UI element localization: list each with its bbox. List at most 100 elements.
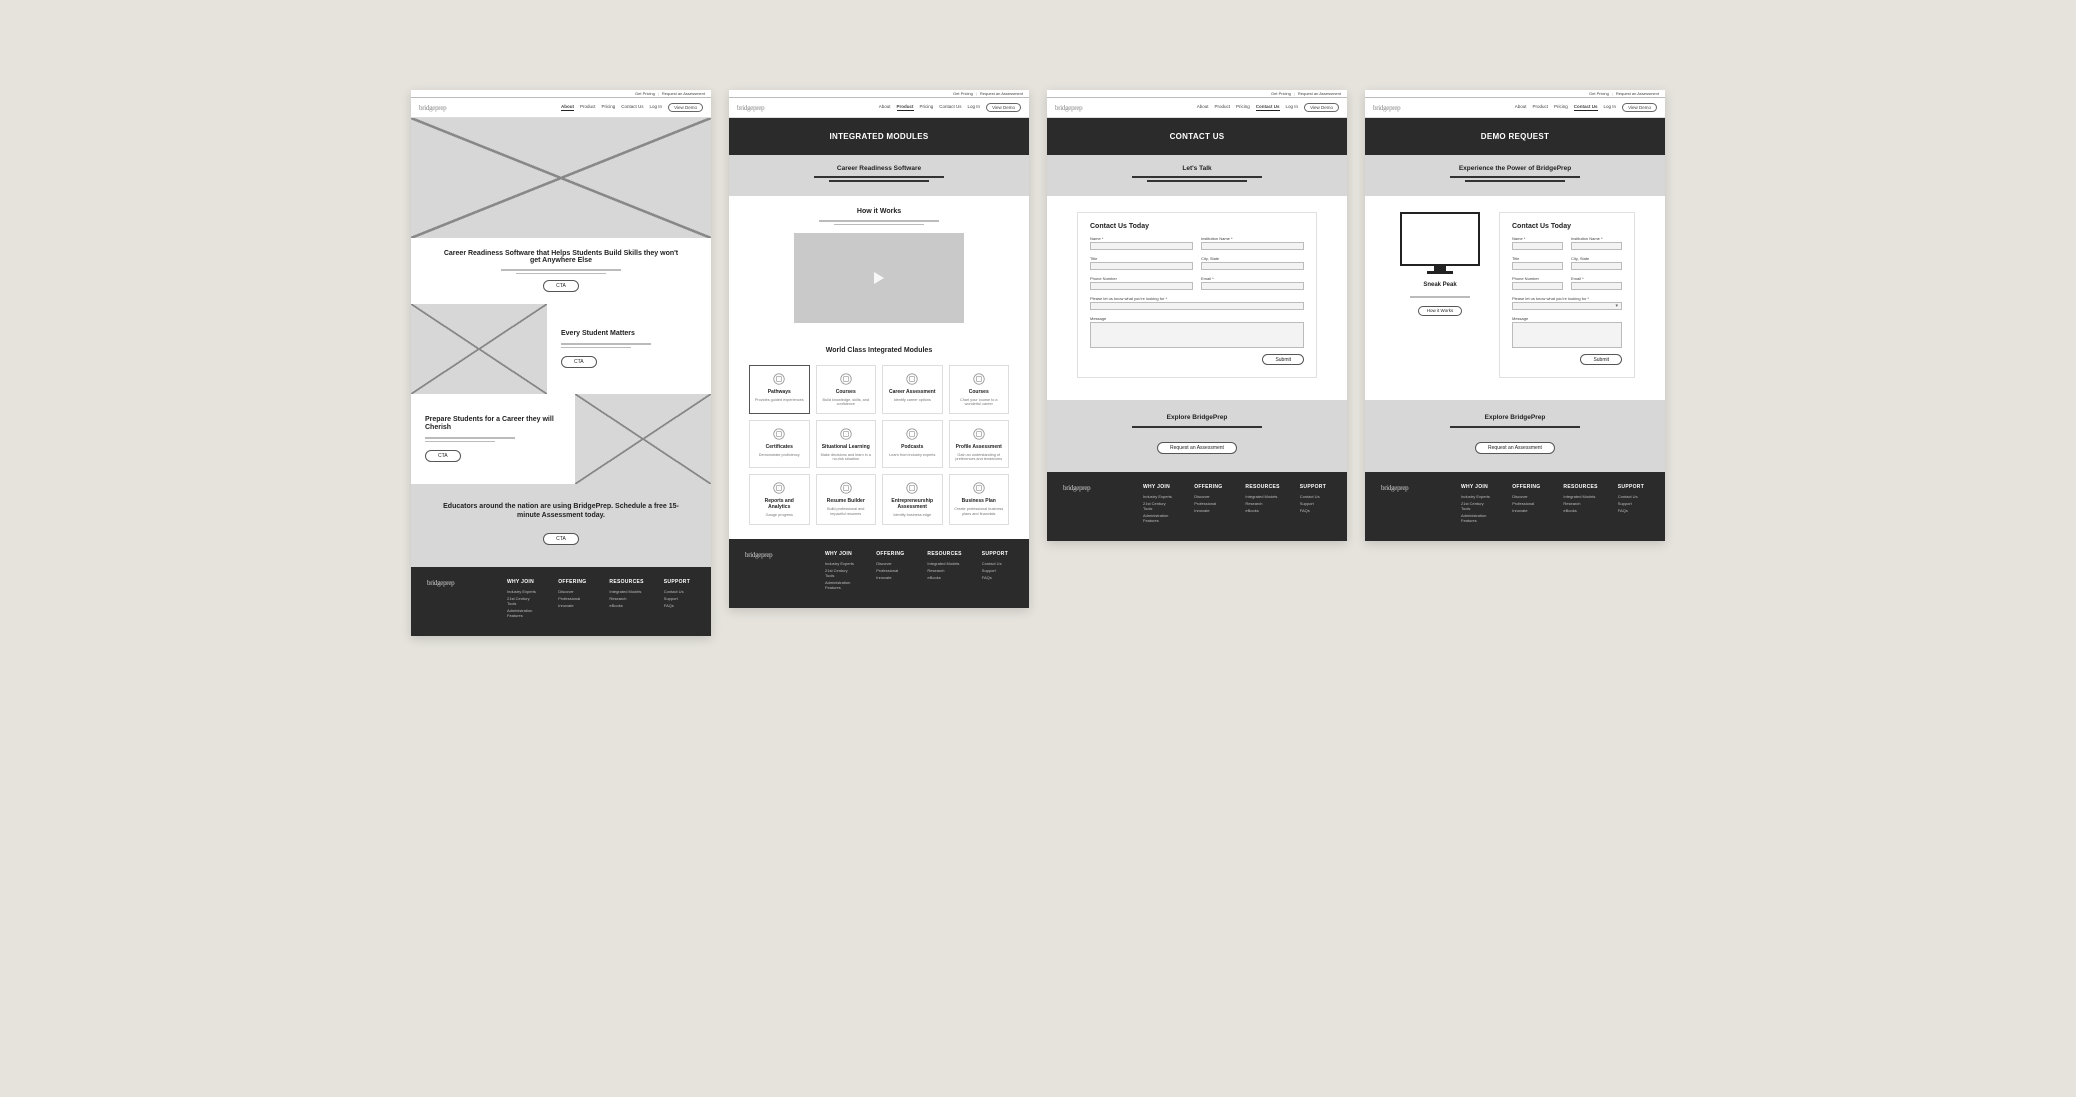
submit-button[interactable]: Submit xyxy=(1580,354,1622,365)
module-card[interactable]: CoursesBuild knowledge, skills, and conf… xyxy=(816,365,877,414)
intro-band: Experience the Power of BridgePrep xyxy=(1365,155,1665,196)
nav-pricing[interactable]: Pricing xyxy=(1236,104,1250,111)
explore-cta-button[interactable]: Request an Assessment xyxy=(1475,442,1555,454)
input-email[interactable] xyxy=(1571,282,1622,290)
nav-about[interactable]: About xyxy=(879,104,891,111)
contact-form-card: Contact Us Today Name * Institution Name… xyxy=(1077,212,1317,378)
submit-button[interactable]: Submit xyxy=(1262,354,1304,365)
brand-logo[interactable]: bridgeprep xyxy=(419,104,446,112)
link-get-pricing[interactable]: Get Pricing xyxy=(953,91,973,96)
feature1-cta-button[interactable]: CTA xyxy=(561,356,597,368)
link-request-assessment[interactable]: Request an Assessment xyxy=(1298,91,1341,96)
input-city[interactable] xyxy=(1571,262,1622,270)
link-request-assessment[interactable]: Request an Assessment xyxy=(1616,91,1659,96)
label-phone: Phone Number xyxy=(1090,276,1193,281)
module-card[interactable]: CertificatesDemonstrate proficiency xyxy=(749,420,810,469)
hero-cta-button[interactable]: CTA xyxy=(543,280,579,292)
link-get-pricing[interactable]: Get Pricing xyxy=(635,91,655,96)
module-desc: Learn from industry experts xyxy=(889,453,935,457)
feature2-cta-button[interactable]: CTA xyxy=(425,450,461,462)
nav-about[interactable]: About xyxy=(1515,104,1527,111)
nav-contact[interactable]: Contact Us xyxy=(1256,104,1280,111)
module-card[interactable]: Resume BuilderBuild professional and imp… xyxy=(816,474,877,524)
module-card[interactable]: CoursesChart your course to a wonderful … xyxy=(949,365,1010,414)
label-city: City, State xyxy=(1201,256,1304,261)
hero-image-placeholder xyxy=(411,118,711,238)
form-title: Contact Us Today xyxy=(1090,223,1304,230)
explore-title: Explore BridgePrep xyxy=(1365,414,1665,421)
input-phone[interactable] xyxy=(1090,282,1193,290)
label-message: Message xyxy=(1090,316,1304,321)
module-title: Reports and Analytics xyxy=(754,498,805,510)
view-demo-button[interactable]: View Demo xyxy=(668,103,703,112)
module-card[interactable]: Business PlanCreate professional busines… xyxy=(949,474,1010,524)
input-institution[interactable] xyxy=(1571,242,1622,250)
input-title[interactable] xyxy=(1512,262,1563,270)
label-city: City, State xyxy=(1571,256,1622,261)
hero-title: Career Readiness Software that Helps Stu… xyxy=(441,250,681,264)
utility-bar: Get Pricing | Request an Assessment xyxy=(411,90,711,98)
link-request-assessment[interactable]: Request an Assessment xyxy=(980,91,1023,96)
how-title: How it Works xyxy=(759,208,999,215)
nav-product[interactable]: Product xyxy=(897,104,914,111)
link-get-pricing[interactable]: Get Pricing xyxy=(1589,91,1609,96)
nav-contact[interactable]: Contact Us xyxy=(1574,104,1598,111)
closing-title: Educators around the nation are using Br… xyxy=(441,502,681,520)
view-demo-button[interactable]: View Demo xyxy=(986,103,1021,112)
module-card[interactable]: Reports and AnalyticsGauge progress xyxy=(749,474,810,524)
nav-login[interactable]: Log In xyxy=(1286,104,1299,111)
how-it-works-button[interactable]: How it Works xyxy=(1418,306,1462,316)
module-card[interactable]: PodcastsLearn from industry experts xyxy=(882,420,943,469)
module-card[interactable]: PathwaysProvides guided experiences xyxy=(749,365,810,414)
frame-contact: Get Pricing | Request an Assessment brid… xyxy=(1047,90,1347,541)
brand-logo[interactable]: bridgeprep xyxy=(1373,104,1400,112)
nav-login[interactable]: Log In xyxy=(650,104,663,111)
nav-product[interactable]: Product xyxy=(580,104,596,111)
nav-login[interactable]: Log In xyxy=(968,104,981,111)
feature1-title: Every Student Matters xyxy=(561,330,697,338)
input-email[interactable] xyxy=(1201,282,1304,290)
label-title: Title xyxy=(1090,256,1193,261)
nav-pricing[interactable]: Pricing xyxy=(1554,104,1568,111)
input-name[interactable] xyxy=(1512,242,1563,250)
module-title: Courses xyxy=(836,389,856,395)
nav-product[interactable]: Product xyxy=(1215,104,1231,111)
input-name[interactable] xyxy=(1090,242,1193,250)
nav-pricing[interactable]: Pricing xyxy=(920,104,934,111)
textarea-message[interactable] xyxy=(1090,322,1304,348)
module-card[interactable]: Entrepreneurship AssessmentIdentify busi… xyxy=(882,474,943,524)
nav-about[interactable]: About xyxy=(561,104,574,111)
module-card[interactable]: Profile AssessmentGain an understanding … xyxy=(949,420,1010,469)
textarea-message[interactable] xyxy=(1512,322,1622,348)
brand-logo[interactable]: bridgeprep xyxy=(737,104,764,112)
frame-demo-request: Get Pricing | Request an Assessment brid… xyxy=(1365,90,1665,541)
link-request-assessment[interactable]: Request an Assessment xyxy=(662,91,705,96)
brand-logo[interactable]: bridgeprep xyxy=(1055,104,1082,112)
link-get-pricing[interactable]: Get Pricing xyxy=(1271,91,1291,96)
view-demo-button[interactable]: View Demo xyxy=(1304,103,1339,112)
nav-contact[interactable]: Contact Us xyxy=(621,104,643,111)
module-card[interactable]: Career AssessmentIdentify career options xyxy=(882,365,943,414)
label-institution: Institution Name * xyxy=(1571,236,1622,241)
hero-text-section: Career Readiness Software that Helps Stu… xyxy=(411,238,711,304)
nav-about[interactable]: About xyxy=(1197,104,1209,111)
nav-login[interactable]: Log In xyxy=(1604,104,1617,111)
view-demo-button[interactable]: View Demo xyxy=(1622,103,1657,112)
module-card[interactable]: Situational LearningMake decisions and l… xyxy=(816,420,877,469)
input-institution[interactable] xyxy=(1201,242,1304,250)
video-placeholder[interactable] xyxy=(794,233,964,323)
input-title[interactable] xyxy=(1090,262,1193,270)
closing-cta-button[interactable]: CTA xyxy=(543,533,579,545)
input-looking[interactable] xyxy=(1090,302,1304,310)
nav-pricing[interactable]: Pricing xyxy=(602,104,616,111)
nav-product[interactable]: Product xyxy=(1533,104,1549,111)
nav-contact[interactable]: Contact Us xyxy=(939,104,961,111)
input-phone[interactable] xyxy=(1512,282,1563,290)
module-icon xyxy=(772,372,786,386)
input-city[interactable] xyxy=(1201,262,1304,270)
explore-cta-button[interactable]: Request an Assessment xyxy=(1157,442,1237,454)
intro-title: Let's Talk xyxy=(1077,165,1317,172)
select-looking[interactable] xyxy=(1512,302,1622,310)
module-icon xyxy=(905,372,919,386)
label-phone: Phone Number xyxy=(1512,276,1563,281)
